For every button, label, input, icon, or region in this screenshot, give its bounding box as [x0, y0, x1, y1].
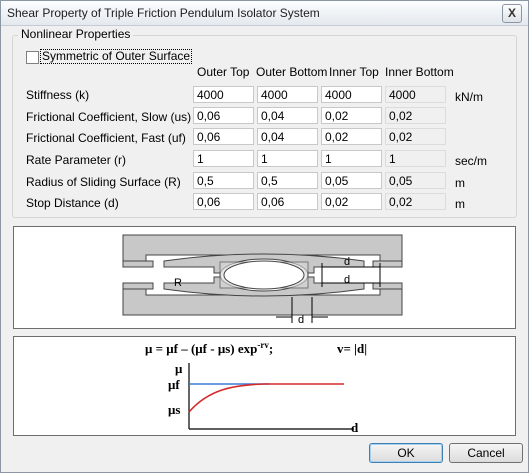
- stop-inner-top-field[interactable]: 0,02: [321, 193, 382, 210]
- friction-slow-inner-top-field[interactable]: 0,02: [321, 107, 382, 124]
- radius-unit: m: [455, 176, 465, 190]
- row-label-friction-slow: Frictional Coefficient, Slow (us): [26, 110, 192, 124]
- stiffness-outer-bottom-field[interactable]: 4000: [257, 86, 318, 103]
- formula-mu: μ = μf – (μf - μs) exp-rv;: [145, 340, 273, 356]
- mu-curve: [188, 383, 344, 413]
- rate-outer-bottom-field[interactable]: 1: [257, 150, 318, 167]
- stop-inner-bottom-field: 0,02: [385, 193, 446, 210]
- diagram-label-d-mid: d: [344, 274, 350, 286]
- axis-label-mu: μ: [175, 361, 183, 376]
- diagram-label-d-bottom: d: [298, 314, 304, 326]
- radius-outer-bottom-field[interactable]: 0,5: [257, 172, 318, 189]
- friction-fast-inner-top-field[interactable]: 0,02: [321, 128, 382, 145]
- stiffness-inner-bottom-field: 4000: [385, 86, 446, 103]
- symmetric-checkbox[interactable]: [26, 51, 39, 64]
- row-label-radius: Radius of Sliding Surface (R): [26, 175, 181, 189]
- close-button[interactable]: X: [502, 4, 522, 23]
- friction-slow-inner-bottom-field: 0,02: [385, 107, 446, 124]
- rate-unit: sec/m: [455, 154, 488, 168]
- friction-fast-outer-bottom-field[interactable]: 0,04: [257, 128, 318, 145]
- diagram-label-r: R: [174, 277, 182, 289]
- radius-inner-bottom-field: 0,05: [385, 172, 446, 189]
- isolator-section-drawing: R d d d: [122, 234, 403, 326]
- axis-label-d: d: [351, 420, 359, 435]
- stiffness-outer-top-field[interactable]: 4000: [193, 86, 254, 103]
- stiffness-unit: kN/m: [455, 90, 483, 104]
- cancel-button[interactable]: Cancel: [449, 443, 523, 463]
- radius-outer-top-field[interactable]: 0,5: [193, 172, 254, 189]
- row-label-stiffness: Stiffness (k): [26, 88, 90, 102]
- isolator-diagram-panel: R d d d: [13, 226, 516, 329]
- column-header-inner-top: Inner Top: [329, 65, 379, 79]
- stiffness-inner-top-field[interactable]: 4000: [321, 86, 382, 103]
- friction-slow-outer-bottom-field[interactable]: 0,04: [257, 107, 318, 124]
- rate-inner-bottom-field: 1: [385, 150, 446, 167]
- row-label-friction-fast: Frictional Coefficient, Fast (uf): [26, 131, 186, 145]
- group-title: Nonlinear Properties: [18, 27, 134, 41]
- axis-label-mus: μs: [168, 402, 180, 417]
- column-header-outer-top: Outer Top: [197, 65, 250, 79]
- stop-outer-bottom-field[interactable]: 0,06: [257, 193, 318, 210]
- stop-outer-top-field[interactable]: 0,06: [193, 193, 254, 210]
- diagram-label-d-top: d: [344, 256, 350, 268]
- friction-curve-drawing: μ = μf – (μf - μs) exp-rv; v= |d| μ μf μ…: [145, 340, 367, 435]
- rate-inner-top-field[interactable]: 1: [321, 150, 382, 167]
- stop-unit: m: [455, 197, 465, 211]
- symmetric-checkbox-label[interactable]: Symmetric of Outer Surface: [40, 49, 193, 64]
- ok-button[interactable]: OK: [369, 443, 443, 463]
- column-header-outer-bottom: Outer Bottom: [256, 65, 328, 79]
- friction-fast-outer-top-field[interactable]: 0,06: [193, 128, 254, 145]
- axis-label-muf: μf: [168, 377, 180, 392]
- friction-slow-outer-top-field[interactable]: 0,06: [193, 107, 254, 124]
- rate-outer-top-field[interactable]: 1: [193, 150, 254, 167]
- column-header-inner-bottom: Inner Bottom: [385, 65, 454, 79]
- friction-formula-panel: μ = μf – (μf - μs) exp-rv; v= |d| μ μf μ…: [13, 336, 516, 436]
- window-title: Shear Property of Triple Friction Pendul…: [7, 6, 320, 20]
- friction-fast-inner-bottom-field: 0,02: [385, 128, 446, 145]
- radius-inner-top-field[interactable]: 0,05: [321, 172, 382, 189]
- title-bar[interactable]: Shear Property of Triple Friction Pendul…: [1, 1, 528, 26]
- row-label-stop-distance: Stop Distance (d): [26, 196, 119, 210]
- row-label-rate-parameter: Rate Parameter (r): [26, 153, 127, 167]
- formula-v: v= |d|: [337, 341, 367, 356]
